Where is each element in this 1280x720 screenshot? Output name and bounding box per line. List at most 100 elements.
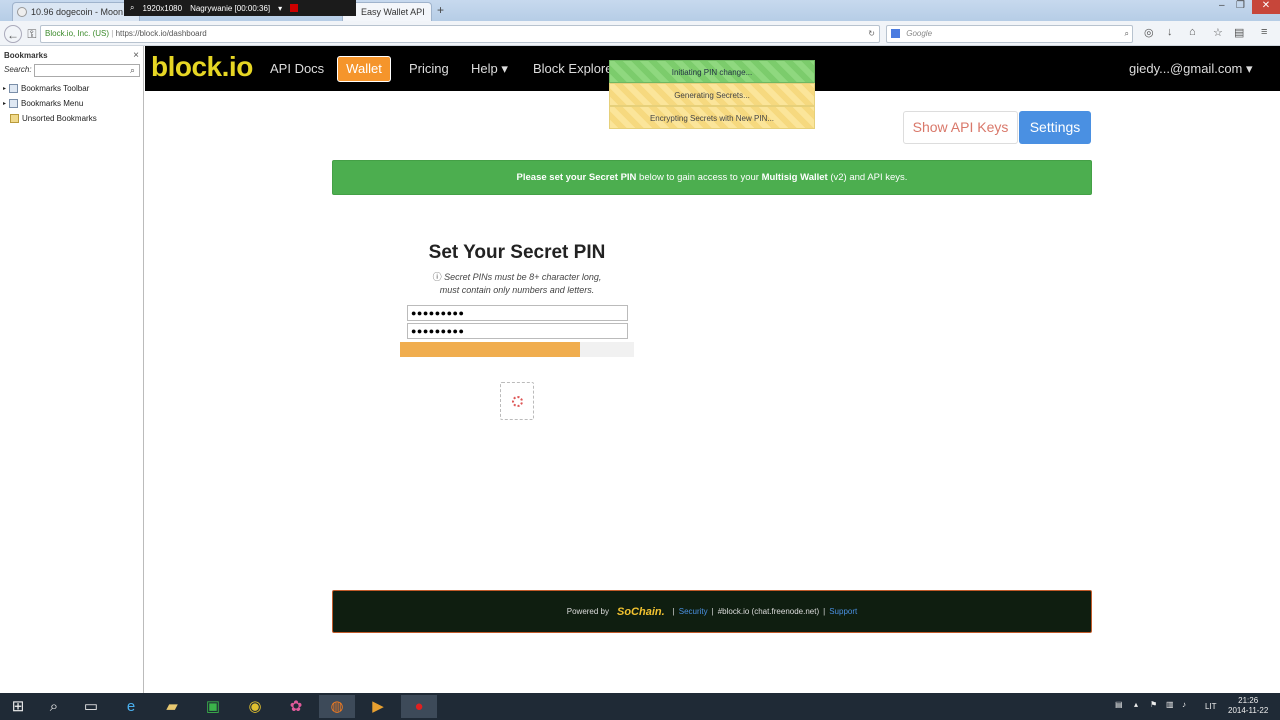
- search-placeholder: Google: [906, 29, 933, 38]
- nav-pricing[interactable]: Pricing: [409, 61, 449, 76]
- reload-icon[interactable]: ↻: [868, 26, 875, 42]
- footer-separator: |: [711, 607, 714, 616]
- alert-strong-text: Multisig Wallet: [761, 172, 828, 183]
- sochain-logo[interactable]: SoChain.: [617, 606, 665, 618]
- nav-wallet[interactable]: Wallet: [337, 56, 391, 82]
- sidebar-item-label: Bookmarks Menu: [21, 99, 84, 108]
- close-sidebar-icon[interactable]: ×: [133, 50, 139, 61]
- record-icon[interactable]: [290, 4, 299, 12]
- start-icon[interactable]: ⊞: [0, 695, 36, 718]
- sidebar-item-unsorted-bookmarks[interactable]: Unsorted Bookmarks: [0, 114, 97, 123]
- spinner-icon: [511, 395, 523, 407]
- sidebar-search-label: Search:: [4, 65, 32, 74]
- notification-item: Generating Secrets...: [609, 83, 815, 106]
- expand-icon[interactable]: ▸: [3, 100, 6, 107]
- menu-icon[interactable]: ≡: [1261, 26, 1267, 38]
- site-logo[interactable]: block.io: [151, 51, 253, 83]
- addon-icon[interactable]: ◎: [1144, 26, 1154, 39]
- loading-spinner: [500, 382, 534, 420]
- pin-requirements: ⓘ Secret PINs must be 8+ character long,…: [407, 271, 627, 297]
- search-engine-icon[interactable]: [891, 29, 900, 39]
- support-link[interactable]: Support: [829, 607, 857, 616]
- alert-text: (v2) and API keys.: [827, 172, 908, 183]
- tab-title: Easy Wallet API: [361, 7, 425, 17]
- expand-icon[interactable]: ▸: [3, 85, 6, 92]
- clock-time: 21:26: [1238, 696, 1259, 705]
- language-indicator[interactable]: LIT: [1205, 702, 1217, 711]
- clock-date: 2014-11-22: [1228, 706, 1269, 715]
- minimize-icon[interactable]: –: [1219, 0, 1225, 11]
- security-link[interactable]: Security: [679, 607, 708, 616]
- home-icon[interactable]: ⌂: [1189, 26, 1196, 38]
- search-icon[interactable]: ⌕: [1125, 26, 1129, 42]
- sidebar-title: Bookmarks: [4, 51, 48, 60]
- pin-alert: Please set your Secret PIN below to gain…: [332, 160, 1092, 195]
- search-icon[interactable]: ⌕: [130, 65, 135, 76]
- show-api-keys-button[interactable]: Show API Keys: [903, 111, 1018, 144]
- volume-icon[interactable]: ♪: [1182, 700, 1186, 709]
- sidebar-item-label: Unsorted Bookmarks: [22, 114, 97, 123]
- download-icon[interactable]: ↓: [1167, 26, 1173, 38]
- sidebar-item-bookmarks-toolbar[interactable]: ▸ Bookmarks Toolbar: [0, 84, 89, 93]
- internet-explorer-icon[interactable]: e: [113, 695, 149, 718]
- pin-note-line2: must contain only numbers and letters.: [439, 285, 595, 295]
- progress-fill: [400, 342, 581, 357]
- browser-tab-strip: 10.96 dogecoin - Moon Do Easy Wallet API…: [0, 0, 1280, 21]
- maximize-icon[interactable]: ❐: [1236, 0, 1245, 11]
- library-icon[interactable]: ▤: [1234, 26, 1244, 39]
- sidebar-search-input[interactable]: [34, 64, 140, 77]
- task-view-icon[interactable]: ▭: [73, 695, 109, 718]
- footer-separator: |: [823, 607, 826, 616]
- url-text: https://block.io/dashboard: [115, 29, 207, 38]
- action-center-icon[interactable]: ▤: [1115, 700, 1123, 709]
- pin-input[interactable]: ●●●●●●●●●: [407, 305, 628, 321]
- windows-taskbar: ⊞ ⌕ ▭ e ▰ ▣ ◉ ✿ ◍ ▶ ● ▤ ▴ ⚑ ▥ ♪ LIT 21:2…: [0, 693, 1280, 720]
- pin-note-line1: Secret PINs must be 8+ character long,: [444, 272, 602, 282]
- notification-stack: Initiating PIN change... Generating Secr…: [609, 60, 815, 129]
- close-window-icon[interactable]: ✕: [1252, 0, 1280, 14]
- account-menu[interactable]: giedy...@gmail.com ▾: [1129, 61, 1253, 77]
- web-page: block.io API Docs Wallet Pricing Help ▾ …: [145, 46, 1280, 693]
- irc-channel-text: #block.io (chat.freenode.net): [717, 607, 820, 616]
- alert-text: below to gain access to your: [636, 172, 762, 183]
- tab-title: 10.96 dogecoin - Moon Do: [31, 7, 138, 17]
- search-icon[interactable]: ⌕: [36, 695, 72, 718]
- store-icon[interactable]: ▣: [195, 695, 231, 718]
- sidebar-item-bookmarks-menu[interactable]: ▸ Bookmarks Menu: [0, 99, 83, 108]
- dropdown-icon[interactable]: ▾: [278, 4, 282, 13]
- pin-title: Set Your Secret PIN: [428, 242, 606, 263]
- footer-separator: |: [672, 607, 675, 616]
- browser-search-input[interactable]: Google ⌕: [886, 25, 1133, 43]
- nav-block-explorer[interactable]: Block Explorer: [533, 61, 617, 76]
- picasa-icon[interactable]: ✿: [278, 695, 314, 718]
- screen-recorder-bar: ⌕ 1920x1080 Nagrywanie [00:00:36] ▾: [124, 0, 356, 16]
- notification-item: Initiating PIN change...: [609, 60, 815, 83]
- nav-api-docs[interactable]: API Docs: [270, 61, 324, 76]
- pin-confirm-input[interactable]: ●●●●●●●●●: [407, 323, 628, 339]
- back-icon[interactable]: ←: [4, 25, 22, 43]
- media-player-icon[interactable]: ▶: [360, 695, 396, 718]
- url-bar[interactable]: Block.io, Inc. (US) | https://block.io/d…: [40, 25, 880, 43]
- folder-icon: [10, 114, 19, 123]
- settings-button[interactable]: Settings: [1019, 111, 1091, 144]
- tab-favicon-icon: [17, 7, 27, 17]
- recorder-resolution: 1920x1080: [142, 3, 183, 13]
- firefox-icon[interactable]: ◍: [319, 695, 355, 718]
- zoom-icon: ⌕: [130, 3, 135, 12]
- bookmark-star-icon[interactable]: ☆: [1213, 26, 1223, 39]
- file-explorer-icon[interactable]: ▰: [154, 695, 190, 718]
- browser-tab[interactable]: 10.96 dogecoin - Moon Do: [12, 2, 140, 21]
- nav-help[interactable]: Help ▾: [471, 61, 508, 77]
- recorder-icon[interactable]: ●: [401, 695, 437, 718]
- flag-icon[interactable]: ⚑: [1150, 700, 1157, 709]
- taskbar-clock[interactable]: 21:26 2014-11-22: [1228, 696, 1268, 716]
- powered-by-label: Powered by: [566, 607, 609, 616]
- info-icon: ⓘ: [432, 272, 442, 282]
- alert-strong-text: Please set your Secret PIN: [516, 172, 637, 183]
- chrome-icon[interactable]: ◉: [237, 695, 273, 718]
- notification-item: Encrypting Secrets with New PIN...: [609, 106, 815, 129]
- menu-folder-icon: [9, 99, 19, 108]
- new-tab-button[interactable]: +: [437, 3, 444, 17]
- tray-expand-icon[interactable]: ▴: [1134, 700, 1138, 709]
- network-icon[interactable]: ▥: [1166, 700, 1174, 709]
